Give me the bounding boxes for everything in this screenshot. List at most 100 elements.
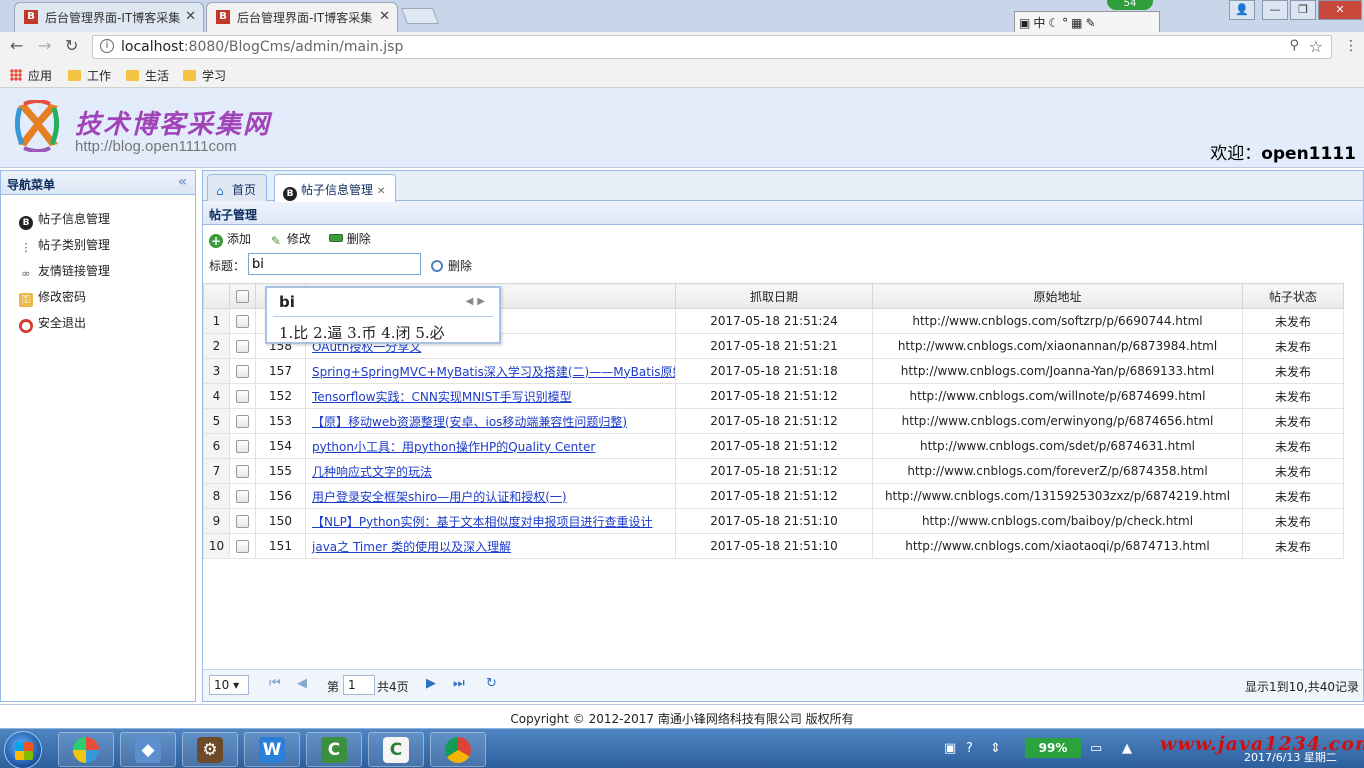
- taskbar-app-6[interactable]: C: [368, 732, 424, 767]
- row-number: 7: [203, 458, 230, 484]
- close-window-button[interactable]: ✕: [1318, 0, 1362, 20]
- checkbox-icon: [236, 390, 249, 403]
- search-button[interactable]: 删除: [431, 257, 472, 274]
- row-checkbox[interactable]: [229, 508, 256, 534]
- folder-icon: [126, 70, 139, 81]
- show-hidden-icon[interactable]: ▲: [1122, 741, 1132, 756]
- info-icon[interactable]: i: [100, 39, 114, 53]
- browser-tab-strip: B 后台管理界面-IT博客采集 ✕ B 后台管理界面-IT博客采集 ✕ 54 ▣…: [0, 0, 1364, 33]
- table-row[interactable]: 6 154 python小工具：用python操作HP的Quality Center…: [203, 433, 1344, 459]
- table-row[interactable]: 3 157 Spring+SpringMVC+MyBatis深入学习及搭建(二)——…: [203, 358, 1344, 384]
- row-checkbox[interactable]: [229, 533, 256, 559]
- taskbar-app-3[interactable]: ⚙: [182, 732, 238, 767]
- row-checkbox[interactable]: [229, 358, 256, 384]
- power-icon[interactable]: ▭: [1090, 741, 1102, 756]
- add-button[interactable]: + 添加: [209, 230, 251, 248]
- cell-title-link[interactable]: java之 Timer 类的使用以及深入理解: [305, 533, 676, 559]
- taskbar-app-2[interactable]: ◆: [120, 732, 176, 767]
- close-tab-icon[interactable]: ✕: [185, 9, 196, 24]
- row-checkbox[interactable]: [229, 458, 256, 484]
- prev-page-icon[interactable]: ◀: [297, 676, 307, 691]
- sidebar-item-change-password[interactable]: ⚿ 修改密码: [1, 283, 195, 309]
- cell-title-link[interactable]: 【NLP】Python实例：基于文本相似度对申报项目进行查重设计: [305, 508, 676, 534]
- col-rownum: [203, 283, 230, 309]
- table-row[interactable]: 9 150 【NLP】Python实例：基于文本相似度对申报项目进行查重设计 2017…: [203, 508, 1344, 534]
- row-checkbox[interactable]: [229, 433, 256, 459]
- reload-icon[interactable]: ↻: [65, 36, 78, 55]
- close-tab-icon[interactable]: ✕: [377, 186, 385, 197]
- cell-title-link[interactable]: 用户登录安全框架shiro—用户的认证和授权(一): [305, 483, 676, 509]
- bookmark-life[interactable]: 生活: [126, 67, 169, 84]
- cell-title-link[interactable]: 几种响应式文字的玩法: [305, 458, 676, 484]
- sidebar-item-links[interactable]: ∞ 友情链接管理: [1, 257, 195, 283]
- new-tab-button[interactable]: [401, 8, 439, 24]
- bookmark-apps[interactable]: 应用: [10, 67, 52, 84]
- tab-post-info[interactable]: B 帖子信息管理 ✕: [274, 174, 397, 202]
- title-search-input[interactable]: [248, 253, 421, 275]
- bookmark-study[interactable]: 学习: [183, 67, 226, 84]
- taskbar-date[interactable]: 2017/6/13 星期二: [1244, 749, 1337, 765]
- user-icon[interactable]: 👤: [1229, 0, 1255, 20]
- cell-title-link[interactable]: 【原】移动web资源整理(安卓、ios移动端兼容性问题归整): [305, 408, 676, 434]
- taskbar-app-chrome[interactable]: [430, 732, 486, 767]
- cell-title-link[interactable]: python小工具：用python操作HP的Quality Center: [305, 433, 676, 459]
- url-field[interactable]: i localhost:8080/BlogCms/admin/main.jsp …: [92, 35, 1332, 59]
- edit-button[interactable]: ✎ 修改: [269, 230, 311, 248]
- delete-button[interactable]: 删除: [328, 230, 371, 247]
- row-checkbox[interactable]: [229, 408, 256, 434]
- navigation-panel: 导航菜单 « B 帖子信息管理 ⋮ 帖子类别管理 ∞ 友情链接管理 ⚿ 修改密码 ● 安全…: [0, 170, 196, 702]
- ime-toolbar[interactable]: ▣中☾°▦✎: [1014, 11, 1160, 33]
- table-row[interactable]: 7 155 几种响应式文字的玩法 2017-05-18 21:51:12 http://…: [203, 458, 1344, 484]
- ime-candidates[interactable]: 1.比 2.逼 3.币 4.闭 5.必: [279, 322, 445, 343]
- ime-tray-icon[interactable]: ▣: [944, 741, 956, 756]
- tray-arrow-icon[interactable]: ⇕: [990, 741, 1001, 756]
- minimize-button[interactable]: —: [1262, 0, 1288, 20]
- page-number-input[interactable]: 1: [343, 675, 375, 695]
- row-number: 4: [203, 383, 230, 409]
- ime-page-arrows-icon[interactable]: ◀▶: [466, 296, 489, 307]
- add-label: 添加: [227, 232, 252, 246]
- logo-icon: [14, 100, 60, 152]
- battery-indicator[interactable]: 99%: [1025, 738, 1081, 758]
- table-row[interactable]: 4 152 Tensorflow实践：CNN实现MNIST手写识别模型 2017-05…: [203, 383, 1344, 409]
- taskbar-app-5[interactable]: C: [306, 732, 362, 767]
- folder-icon: [183, 70, 196, 81]
- taskbar-app-4[interactable]: W: [244, 732, 300, 767]
- first-page-icon[interactable]: ⏮: [269, 676, 281, 691]
- maximize-button[interactable]: ❐: [1290, 0, 1316, 20]
- table-row[interactable]: 8 156 用户登录安全框架shiro—用户的认证和授权(一) 2017-05-18 …: [203, 483, 1344, 509]
- bookmark-work[interactable]: 工作: [68, 67, 111, 84]
- table-row[interactable]: 5 153 【原】移动web资源整理(安卓、ios移动端兼容性问题归整) 2017-0…: [203, 408, 1344, 434]
- table-row[interactable]: 10 151 java之 Timer 类的使用以及深入理解 2017-05-18 21…: [203, 533, 1344, 559]
- row-checkbox[interactable]: [229, 333, 256, 359]
- select-all-checkbox[interactable]: [229, 283, 256, 309]
- page-size-select[interactable]: 10 ▾: [209, 675, 249, 695]
- browser-tab-2[interactable]: B 后台管理界面-IT博客采集 ✕: [206, 2, 398, 32]
- cell-title-link[interactable]: Spring+SpringMVC+MyBatis深入学习及搭建(二)——MyBa…: [305, 358, 676, 384]
- tab-home[interactable]: ⌂ 首页: [207, 174, 268, 201]
- folder-icon: [68, 70, 81, 81]
- next-page-icon[interactable]: ▶: [426, 676, 436, 691]
- sidebar-item-post-category[interactable]: ⋮ 帖子类别管理: [1, 231, 195, 257]
- help-icon[interactable]: ?: [966, 741, 973, 756]
- cell-status: 未发布: [1242, 483, 1344, 509]
- browser-tab-1[interactable]: B 后台管理界面-IT博客采集 ✕: [14, 2, 204, 32]
- close-tab-icon[interactable]: ✕: [379, 9, 390, 24]
- forward-icon[interactable]: →: [38, 36, 51, 55]
- refresh-icon[interactable]: ↻: [486, 676, 497, 691]
- sidebar-item-post-info[interactable]: B 帖子信息管理: [1, 205, 195, 231]
- collapse-icon[interactable]: «: [178, 174, 187, 190]
- cell-title-link[interactable]: Tensorflow实践：CNN实现MNIST手写识别模型: [305, 383, 676, 409]
- cell-date: 2017-05-18 21:51:10: [675, 533, 873, 559]
- start-button[interactable]: [4, 731, 42, 768]
- taskbar-app-1[interactable]: [58, 732, 114, 767]
- last-page-icon[interactable]: ⏭: [453, 676, 465, 691]
- row-checkbox[interactable]: [229, 483, 256, 509]
- key-icon[interactable]: ⚲: [1289, 38, 1299, 53]
- menu-icon[interactable]: ⋮: [1344, 38, 1358, 54]
- bookmark-star-icon[interactable]: ☆: [1309, 37, 1323, 56]
- row-checkbox[interactable]: [229, 308, 256, 334]
- row-checkbox[interactable]: [229, 383, 256, 409]
- sidebar-item-logout[interactable]: ● 安全退出: [1, 309, 195, 335]
- back-icon[interactable]: ←: [10, 36, 23, 55]
